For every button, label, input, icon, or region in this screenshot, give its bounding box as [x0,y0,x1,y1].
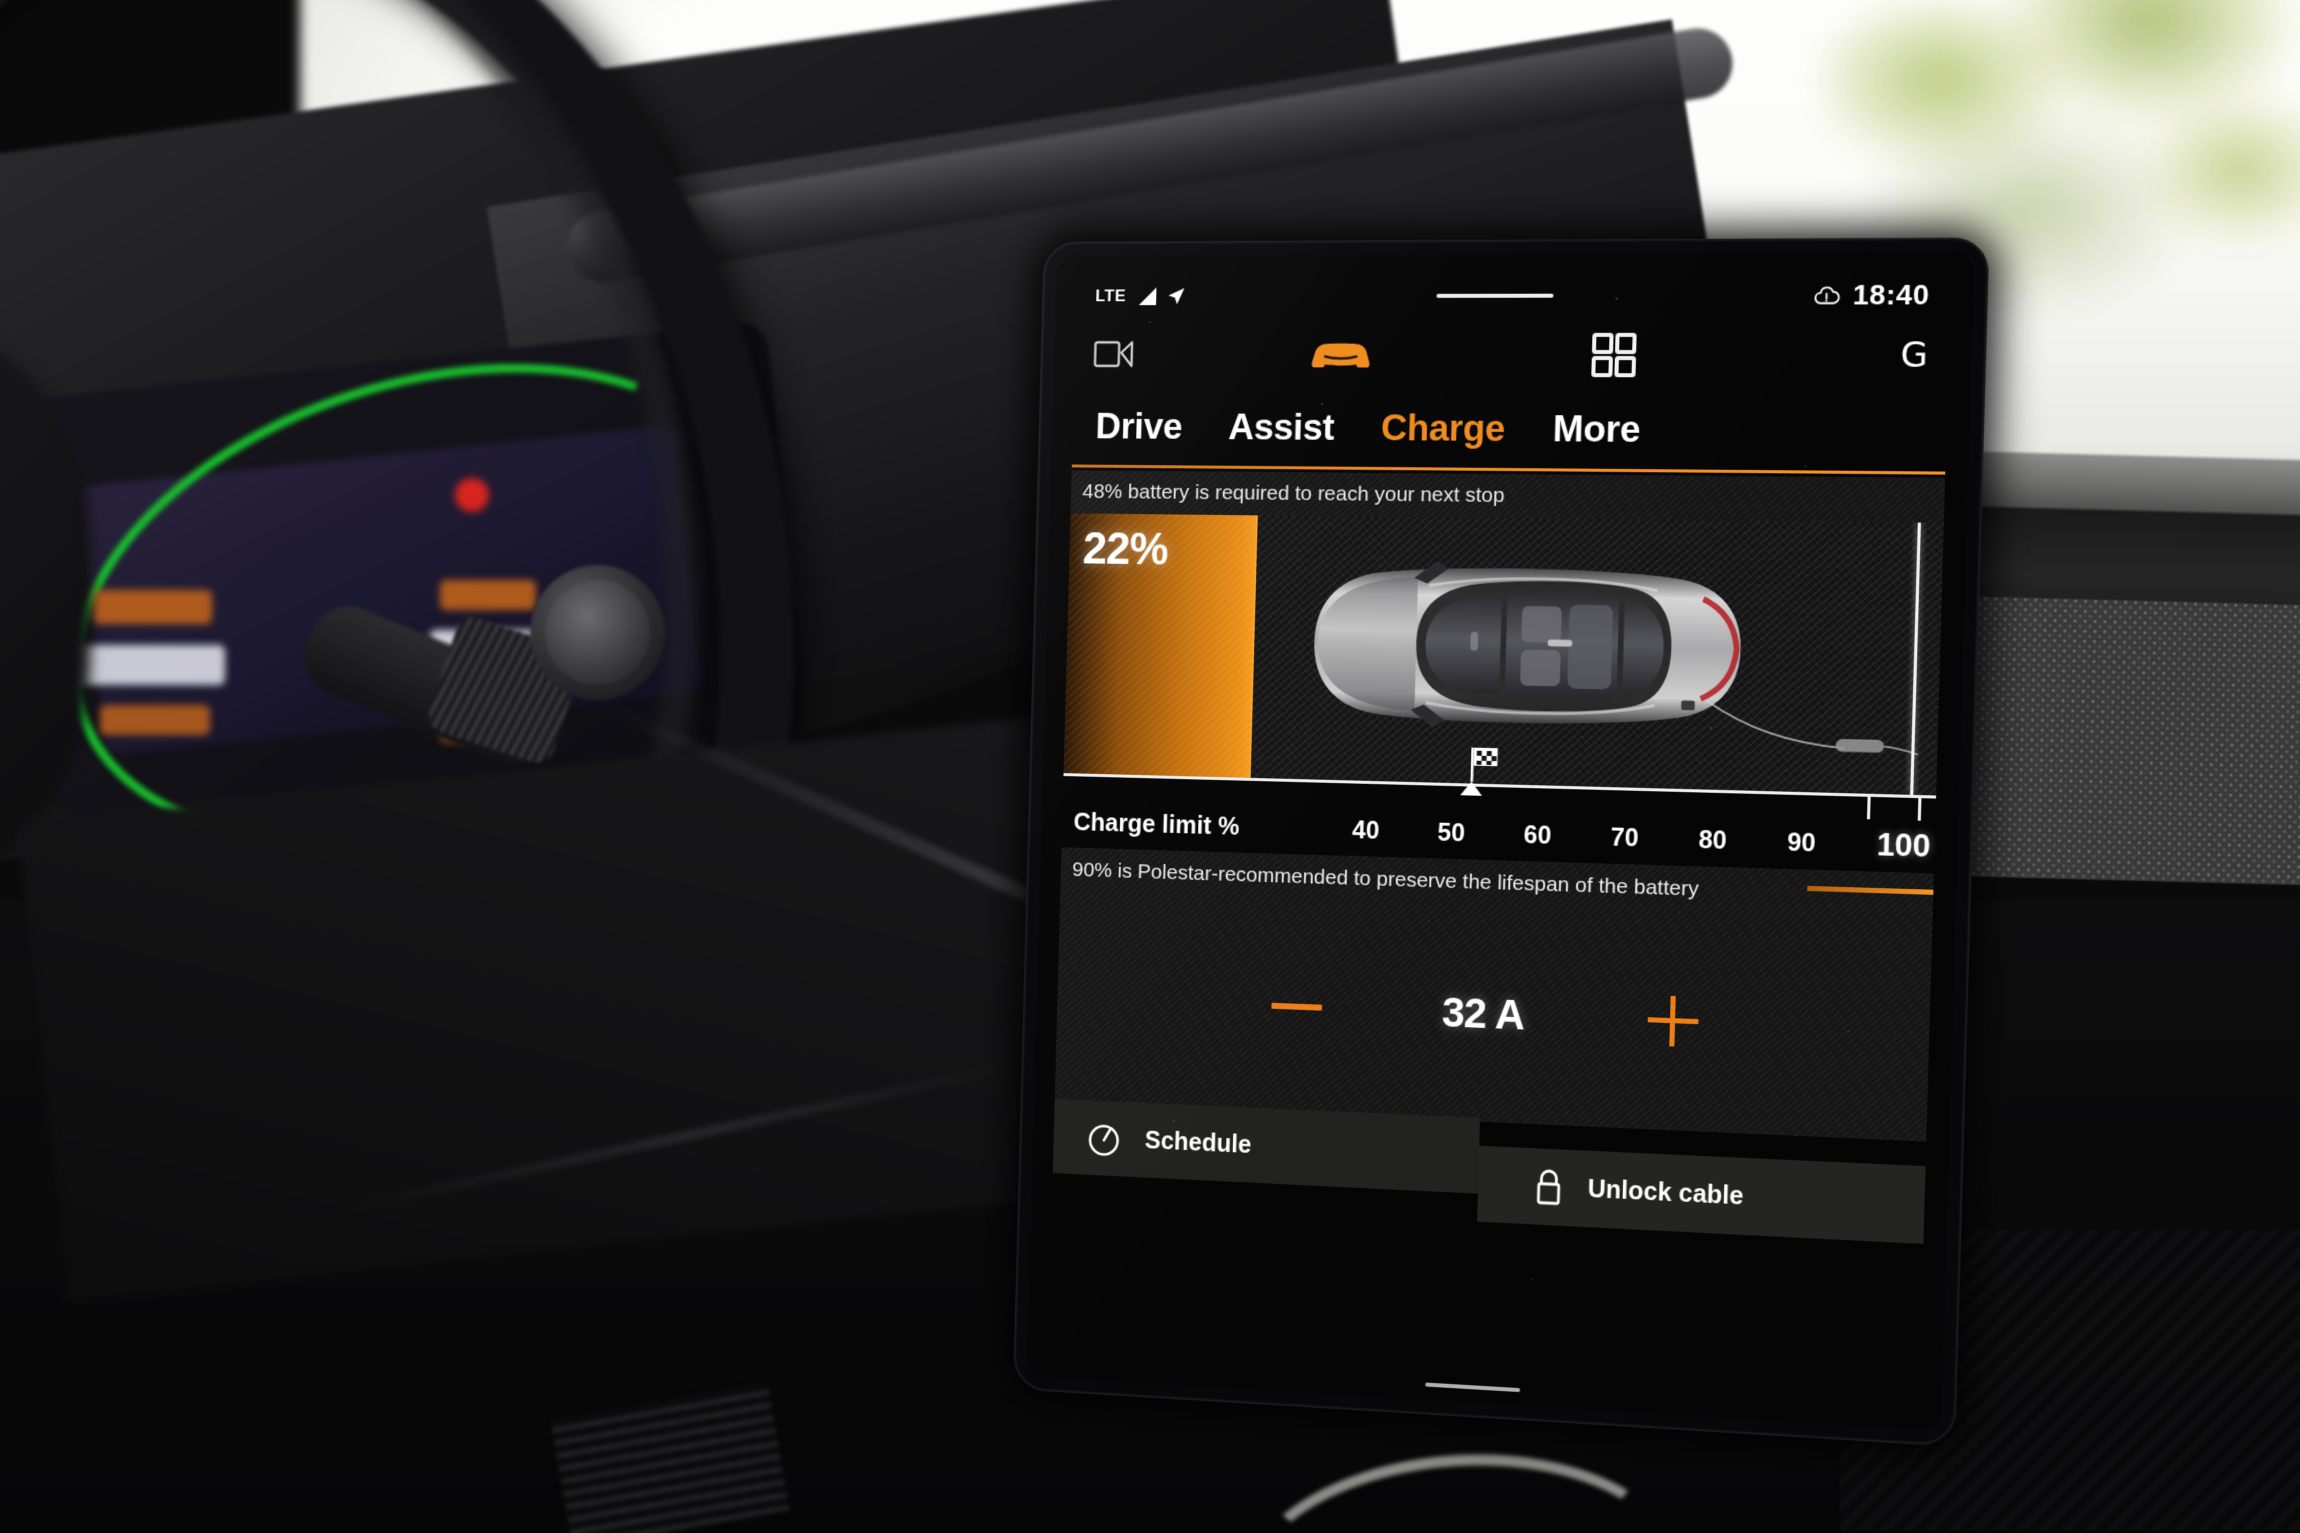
car-front-icon [1311,343,1371,368]
cloud-warning-icon[interactable] [1812,284,1840,306]
schedule-button-label: Schedule [1144,1126,1252,1159]
tab-drive[interactable]: Drive [1095,406,1183,448]
tick-90[interactable]: 90 [1787,828,1816,858]
display-screen[interactable]: LTE 18:40 G Drive Assist Charge More 48%… [1026,251,1975,1432]
recommendation-accent-bar [1807,885,1934,895]
battery-graphic[interactable]: 22% [1063,513,1944,798]
gear-selector-knob-face [545,580,650,685]
section-tabs[interactable]: Drive Assist Charge More [1051,392,1970,468]
amperage-decrease-button[interactable] [1224,1001,1370,1013]
car-controls-button[interactable] [1246,338,1546,372]
tick-40[interactable]: 40 [1352,816,1380,846]
driver-profile-button[interactable]: G [1834,335,1929,377]
navigation-arrow-icon [1168,288,1185,305]
profile-initial-label: G [1899,335,1929,377]
signal-bars-icon [1139,287,1157,306]
app-icon-row: G [1053,324,1972,388]
checkered-flag-icon [1470,747,1498,782]
amperage-value: 32 A [1441,988,1525,1039]
trip-hint-label: 48% battery is required to reach your ne… [1082,480,1505,508]
minus-icon [1271,1002,1323,1011]
unlock-cable-button[interactable]: Unlock cable [1477,1145,1926,1244]
tab-charge[interactable]: Charge [1381,407,1506,450]
status-bar-left: LTE [1095,285,1187,307]
media-screen-button[interactable] [1093,339,1247,369]
status-bar: LTE 18:40 [1055,275,1974,316]
tab-more[interactable]: More [1552,408,1641,451]
state-of-charge-label: 22% [1082,522,1169,575]
apps-grid-icon [1591,333,1636,377]
apps-button[interactable] [1545,333,1835,378]
tick-100-selected[interactable]: 100 [1876,827,1931,865]
status-bar-right: 18:40 [1812,279,1930,312]
required-charge-marker [1459,781,1482,796]
vehicle-top-view [1312,560,1770,728]
padlock-icon [1531,1165,1566,1209]
timer-icon [1085,1118,1124,1159]
panel-handle-indicator[interactable] [1436,293,1554,298]
charging-cable-icon [1701,694,1920,781]
network-type-label: LTE [1095,286,1127,306]
center-infotainment-display[interactable]: LTE 18:40 G Drive Assist Charge More 48%… [1012,237,1990,1447]
tick-50[interactable]: 50 [1437,818,1465,848]
media-screen-icon [1093,339,1134,368]
charge-limit-label: Charge limit % [1073,808,1240,841]
tick-70[interactable]: 70 [1610,823,1639,853]
unlock-cable-button-label: Unlock cable [1587,1174,1744,1211]
tab-assist[interactable]: Assist [1228,407,1335,449]
charge-limit-bracket [1866,793,1922,821]
plus-icon [1647,995,1699,1047]
charge-limit-ticks[interactable]: 40 50 60 70 80 90 100 [1352,812,1936,865]
tick-60[interactable]: 60 [1523,820,1551,850]
home-indicator[interactable] [1425,1382,1521,1393]
amperage-increase-button[interactable] [1597,993,1750,1049]
status-bar-center[interactable] [1187,293,1812,298]
clock-label: 18:40 [1852,278,1930,311]
schedule-button[interactable]: Schedule [1052,1098,1481,1194]
tick-80[interactable]: 80 [1698,825,1727,855]
